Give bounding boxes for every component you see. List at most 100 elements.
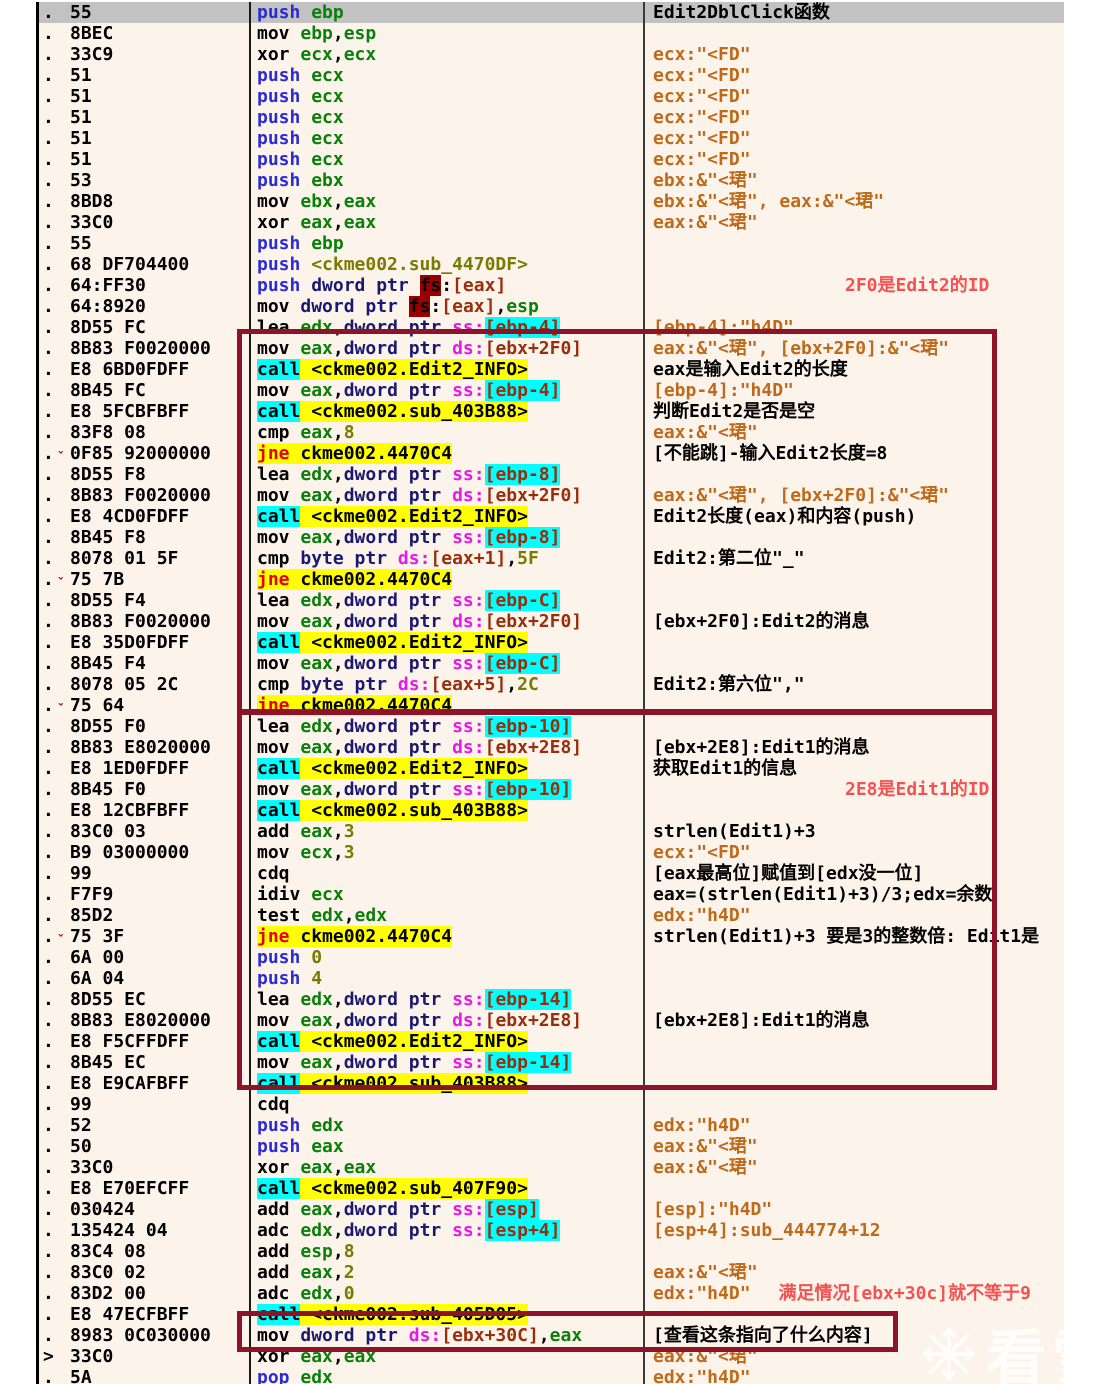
disasm-row[interactable]: . 64:8920 mov dword ptr fs:[eax],esp: [36, 296, 1064, 317]
instruction-token: ,: [332, 380, 344, 401]
disasm-row[interactable]: . E8 E9CAFBFF call <ckme002.sub_403B88>: [36, 1073, 1064, 1094]
disasm-row[interactable]: . 83F8 08 cmp eax,8 eax:&"<珺": [36, 422, 1064, 443]
disasm-row[interactable]: . 55 push ebp Edit2DblClick函数: [36, 2, 1064, 23]
disasm-row[interactable]: . E8 12CBFBFF call <ckme002.sub_403B88>: [36, 800, 1064, 821]
disasm-row[interactable]: . 8B45 F4 mov eax,dword ptr ss:[ebp-C]: [36, 653, 1064, 674]
disasm-row[interactable]: . 99 cdq: [36, 1094, 1064, 1115]
instruction-token: push: [257, 968, 312, 989]
disasm-row[interactable]: . 8078 01 5F cmp byte ptr ds:[eax+1],5F Edi…: [36, 548, 1064, 569]
comment-cell: ecx:"<FD": [644, 128, 1064, 149]
disasm-row[interactable]: . 8B83 F0020000 mov eax,dword ptr ds:[ebx+…: [36, 611, 1064, 632]
instruction-token: ,: [332, 44, 344, 65]
disasm-row[interactable]: . 8B83 F0020000 mov eax,dword ptr ds:[ebx+…: [36, 485, 1064, 506]
disasm-row[interactable]: . 135424 04 adc edx,dword ptr ss:[esp+4] [e…: [36, 1220, 1064, 1241]
instruction-cell: xor eax,eax: [250, 1157, 644, 1178]
disasm-row[interactable]: . E8 6BD0FDFF call <ckme002.Edit2_INFO> eax…: [36, 359, 1064, 380]
disasm-row[interactable]: . 8B83 E8020000 mov eax,dword ptr ds:[ebx+…: [36, 1010, 1064, 1031]
instruction-token: ,: [332, 317, 344, 338]
disasm-row[interactable]: . 8D55 EC lea edx,dword ptr ss:[ebp-14]: [36, 989, 1064, 1010]
opcode-bytes: 8D55 F0: [70, 716, 146, 737]
disasm-row[interactable]: . 8B45 EC mov eax,dword ptr ss:[ebp-14]: [36, 1052, 1064, 1073]
disasm-row[interactable]: . 33C0 xor eax,eax eax:&"<珺": [36, 1157, 1064, 1178]
disasm-row[interactable]: . 83C4 08 add esp,8: [36, 1241, 1064, 1262]
disasm-row[interactable]: . 51 push ecx ecx:"<FD": [36, 86, 1064, 107]
disasm-row[interactable]: . 51 push ecx ecx:"<FD": [36, 65, 1064, 86]
comment-cell: strlen(Edit1)+3 要是3的整数倍: Edit1是: [644, 926, 1064, 947]
disasm-row[interactable]: . E8 1ED0FDFF call <ckme002.Edit2_INFO> 获取E…: [36, 758, 1064, 779]
disasm-row[interactable]: . 83C0 03 add eax,3 strlen(Edit1)+3: [36, 821, 1064, 842]
instruction-token: call: [257, 1031, 301, 1052]
instruction-token: ,: [332, 464, 344, 485]
instruction-cell: push <ckme002.sub_4470DF>: [250, 254, 644, 275]
disasm-row[interactable]: . 8D55 F0 lea edx,dword ptr ss:[ebp-10]: [36, 716, 1064, 737]
instruction-token: eax: [300, 653, 333, 674]
disasm-row[interactable]: . 8D55 F8 lea edx,dword ptr ss:[ebp-8]: [36, 464, 1064, 485]
disasm-row[interactable]: . 51 push ecx ecx:"<FD": [36, 149, 1064, 170]
disasm-row[interactable]: >33C0 xor eax,eax eax:&"<珺": [36, 1346, 1064, 1367]
disasm-row[interactable]: . 6A 00 push 0: [36, 947, 1064, 968]
disasm-row[interactable]: . E8 35D0FDFF call <ckme002.Edit2_INFO>: [36, 632, 1064, 653]
disasm-row[interactable]: . 8078 05 2C cmp byte ptr ds:[eax+5],2C Edi…: [36, 674, 1064, 695]
disasm-row[interactable]: . F7F9 idiv ecx eax=(strlen(Edit1)+3)/3;edx…: [36, 884, 1064, 905]
disasm-row[interactable]: . 50 push eax eax:&"<珺": [36, 1136, 1064, 1157]
instruction-token: 3: [343, 821, 355, 842]
disasm-row[interactable]: . ˇ 75 3F jne ckme002.4470C4 strlen(Edit1)+3…: [36, 926, 1064, 949]
instruction-token: byte ptr: [300, 548, 398, 569]
disasm-row[interactable]: . 33C0 xor eax,eax eax:&"<珺": [36, 212, 1064, 233]
disasm-row[interactable]: . 8B45 F8 mov eax,dword ptr ss:[ebp-8]: [36, 527, 1064, 548]
disasm-row[interactable]: . 8BEC mov ebp,esp: [36, 23, 1064, 44]
disasm-row[interactable]: . ˇ 75 7B jne ckme002.4470C4: [36, 569, 1064, 592]
disasm-row[interactable]: . 64:FF30 push dword ptr fs:[eax] 2F0是Edit2…: [36, 275, 1064, 296]
instruction-token: ,: [332, 212, 344, 233]
disasm-row[interactable]: . 030424 add eax,dword ptr ss:[esp] [esp]:"…: [36, 1199, 1064, 1220]
disasm-row[interactable]: . 6A 04 push 4: [36, 968, 1064, 989]
opcode-bytes: 50: [70, 1136, 92, 1157]
instruction-cell: pop edx: [250, 1367, 644, 1384]
instruction-token: mov: [257, 1010, 301, 1031]
disasm-row[interactable]: . 99 cdq [eax最高位]赋值到[edx没一位]: [36, 863, 1064, 884]
opcode-bytes: 33C0: [70, 212, 114, 233]
instruction-cell: mov ebx,eax: [250, 191, 644, 212]
disasm-row[interactable]: . B9 03000000 mov ecx,3 ecx:"<FD": [36, 842, 1064, 863]
disasm-row[interactable]: . 85D2 test edx,edx edx:"h4D": [36, 905, 1064, 926]
disasm-row[interactable]: . 68 DF704400 push <ckme002.sub_4470DF>: [36, 254, 1064, 275]
disasm-row[interactable]: . 8B83 F0020000 mov eax,dword ptr ds:[ebx+…: [36, 338, 1064, 359]
disasm-row[interactable]: . 83C0 02 add eax,2 eax:&"<珺": [36, 1262, 1064, 1283]
instruction-cell: mov eax,dword ptr ds:[ebx+2E8]: [250, 1010, 644, 1031]
instruction-token: ,: [332, 737, 344, 758]
disasm-row[interactable]: . 83D2 00 adc edx,0 edx:"h4D" 满足情况[ebx+30c]就…: [36, 1283, 1064, 1304]
disasm-row[interactable]: . 8B45 F0 mov eax,dword ptr ss:[ebp-10] 2E8…: [36, 779, 1064, 800]
disasm-row[interactable]: . 51 push ecx ecx:"<FD": [36, 107, 1064, 128]
disasm-row[interactable]: . E8 5FCBFBFF call <ckme002.sub_403B88> 判断E…: [36, 401, 1064, 422]
disasm-row[interactable]: . 55 push ebp: [36, 233, 1064, 254]
instruction-token: push: [257, 128, 312, 149]
disasm-row[interactable]: . E8 F5CFFDFF call <ckme002.Edit2_INFO>: [36, 1031, 1064, 1052]
disasm-row[interactable]: . E8 4CD0FDFF call <ckme002.Edit2_INFO> Edi…: [36, 506, 1064, 527]
disasm-row[interactable]: . 8D55 F4 lea edx,dword ptr ss:[ebp-C]: [36, 590, 1064, 611]
disasm-row[interactable]: . 8983 0C030000 mov dword ptr ds:[ebx+30C]…: [36, 1325, 1064, 1346]
disasm-row[interactable]: . 8BD8 mov ebx,eax ebx:&"<珺", eax:&"<珺": [36, 191, 1064, 212]
instruction-token: dword ptr: [343, 716, 453, 737]
disasm-row[interactable]: . E8 47ECFBFF call <ckme002.sub_405D05>: [36, 1304, 1064, 1325]
opcode-bytes: E8 5FCBFBFF: [70, 401, 190, 422]
comment-token: eax:&"<珺": [653, 1262, 758, 1283]
disasm-row[interactable]: . 53 push ebx ebx:&"<珺": [36, 170, 1064, 191]
comment-cell: eax是输入Edit2的长度: [644, 359, 1064, 380]
disasm-row[interactable]: . 52 push edx edx:"h4D": [36, 1115, 1064, 1136]
disasm-row[interactable]: . 5A pop edx edx:"h4D": [36, 1367, 1064, 1384]
disasm-row[interactable]: . 33C9 xor ecx,ecx ecx:"<FD": [36, 44, 1064, 65]
disasm-row[interactable]: . 51 push ecx ecx:"<FD": [36, 128, 1064, 149]
instruction-cell: mov dword ptr fs:[eax],esp: [250, 296, 644, 317]
disasm-row[interactable]: . ˇ 0F85 92000000 jne ckme002.4470C4 [不能跳]-输…: [36, 443, 1064, 466]
instruction-token: ckme002.4470C4: [289, 926, 453, 947]
instruction-token: xor: [257, 212, 301, 233]
column-separator-instruction-comment[interactable]: [643, 0, 645, 1384]
disasm-row[interactable]: . 8B45 FC mov eax,dword ptr ss:[ebp-4] [ebp…: [36, 380, 1064, 401]
red-annotation: 满足情况[ebx+30c]就不等于9: [778, 1283, 1031, 1304]
disasm-row[interactable]: . 8B83 E8020000 mov eax,dword ptr ds:[ebx+…: [36, 737, 1064, 758]
disasm-row[interactable]: . E8 E70EFCFF call <ckme002.sub_407F90>: [36, 1178, 1064, 1199]
instruction-cell: mov eax,dword ptr ss:[ebp-8]: [250, 527, 644, 548]
disasm-row[interactable]: . ˇ 75 64 jne ckme002.4470C4: [36, 695, 1064, 718]
disasm-row[interactable]: . 8D55 FC lea edx,dword ptr ss:[ebp-4] [ebp…: [36, 317, 1064, 338]
column-separator-bytes-instruction[interactable]: [249, 0, 251, 1384]
